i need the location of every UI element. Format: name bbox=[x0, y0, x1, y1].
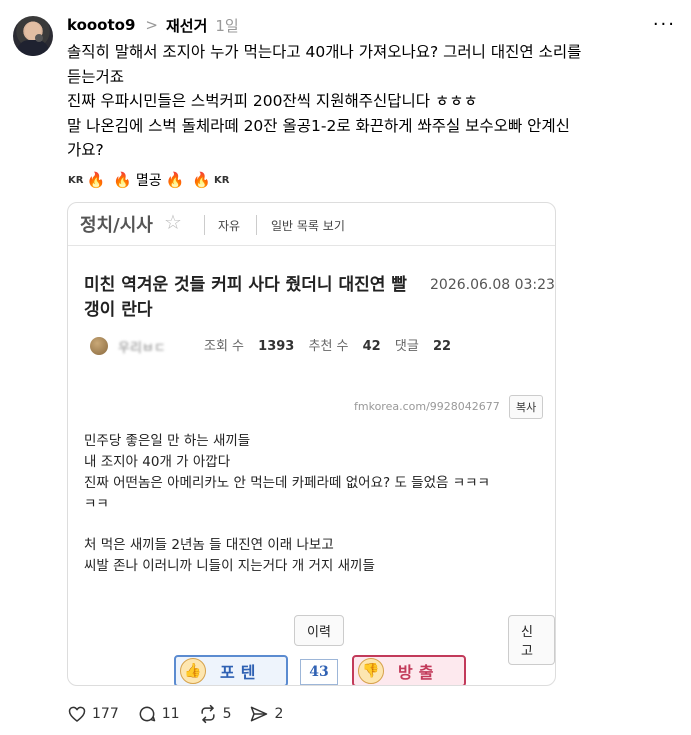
comment-button[interactable]: 11 bbox=[137, 704, 180, 724]
divider bbox=[256, 215, 257, 235]
send-icon bbox=[251, 706, 268, 722]
post-line: 말 나온김에 스벅 돌체라떼 20잔 올공1-2로 화끈하게 쏴주실 보수오빠 … bbox=[67, 116, 570, 135]
thumbs-up-icon: 👍 bbox=[180, 658, 206, 684]
comment-icon bbox=[139, 706, 155, 722]
upvote-button: 👍 포텐 bbox=[174, 655, 288, 685]
comments-count: 22 bbox=[432, 339, 452, 354]
article-date: 2026.06.08 03:23 bbox=[430, 277, 555, 293]
history-button: 이력 bbox=[294, 615, 344, 646]
body-line: 처 먹은 새끼들 2년놈 들 대진연 이래 나보고 bbox=[84, 537, 334, 553]
views-count: 1393 bbox=[258, 339, 295, 354]
body-line: 민주당 좋은일 만 하는 새끼들 bbox=[84, 433, 251, 449]
body-line: 진짜 어떤놈은 아메리카노 안 먹는데 카페라떼 없어요? 도 들었음 ㅋㅋㅋ bbox=[84, 475, 490, 491]
repost-count: 5 bbox=[222, 706, 232, 722]
avatar-microphone bbox=[35, 34, 43, 42]
downvote-label: 방출 bbox=[398, 663, 440, 682]
comments-label: 댓글 bbox=[394, 339, 419, 354]
fire-icon: 🔥 bbox=[165, 171, 185, 189]
copy-button: 복사 bbox=[509, 395, 544, 419]
article-author: 우리ㅂㄷ bbox=[118, 341, 166, 356]
like-count: 177 bbox=[92, 706, 119, 722]
share-count: 2 bbox=[274, 706, 284, 722]
star-icon: ☆ bbox=[164, 210, 182, 234]
avatar-suit bbox=[17, 40, 49, 56]
list-view-label: 일반 목록 보기 bbox=[271, 219, 345, 233]
article-body: 민주당 좋은일 만 하는 새끼들 내 조지아 40개 가 아깝다 진짜 어떤놈은… bbox=[84, 431, 554, 577]
share-button[interactable]: 2 bbox=[249, 704, 283, 724]
kr-flag-text: KR bbox=[213, 174, 230, 186]
attached-screenshot[interactable]: 정치/시사 ☆ 자유 일반 목록 보기 미친 역겨운 것들 커피 사다 줬더니 … bbox=[67, 202, 556, 686]
article-stats: 조회 수 1393 추천 수 42 댓글 22 bbox=[204, 335, 461, 354]
post-actions: 177 11 5 2 bbox=[67, 702, 301, 726]
recommends-label: 추천 수 bbox=[308, 339, 349, 354]
post-time: 1일 bbox=[215, 16, 239, 35]
divider bbox=[204, 215, 205, 235]
username[interactable]: koooto9 bbox=[67, 16, 135, 34]
repost-button[interactable]: 5 bbox=[198, 704, 232, 724]
views-label: 조회 수 bbox=[204, 339, 245, 354]
board-name: 정치/시사 bbox=[80, 215, 153, 236]
vote-count: 43 bbox=[300, 659, 338, 685]
emoji-line: KR 🔥 🔥 멸공 🔥 🔥 KR bbox=[67, 170, 230, 190]
post-header: koooto9 > 재선거 1일 bbox=[67, 14, 239, 36]
post-line: 솔직히 말해서 조지아 누가 먹는다고 40개나 가져오나요? 그러니 대진연 … bbox=[67, 43, 582, 61]
thumbs-down-icon: 👎 bbox=[358, 658, 384, 684]
downvote-button: 👎 방출 bbox=[352, 655, 466, 685]
divider bbox=[68, 245, 555, 246]
post-line: 가요? bbox=[67, 141, 104, 159]
post-text: 솔직히 말해서 조지아 누가 먹는다고 40개나 가져오나요? 그러니 대진연 … bbox=[67, 40, 677, 163]
fire-icon: 🔥 bbox=[192, 171, 211, 189]
more-options-icon[interactable]: ··· bbox=[653, 14, 676, 35]
author-avatar-icon bbox=[90, 337, 108, 355]
post-line: 진짜 우파시민들은 스벅커피 200잔씩 지원해주신답니다 ㅎㅎㅎ bbox=[67, 92, 478, 110]
fire-icon: 🔥 bbox=[86, 171, 106, 189]
post-line: 듣는거죠 bbox=[67, 67, 125, 86]
body-line: 내 조지아 40개 가 아깝다 bbox=[84, 454, 231, 470]
comment-count: 11 bbox=[161, 706, 180, 722]
topic-tag[interactable]: 재선거 bbox=[166, 15, 207, 36]
heart-icon bbox=[68, 706, 86, 722]
article-url: fmkorea.com/9928042677 bbox=[354, 400, 500, 413]
report-button: 신고 bbox=[508, 615, 555, 665]
chevron-right-icon: > bbox=[145, 16, 158, 34]
article-title: 미친 역겨운 것들 커피 사다 줬더니 대진연 빨갱이 란다 bbox=[84, 275, 407, 320]
like-button[interactable]: 177 bbox=[67, 704, 119, 724]
fire-icon: 🔥 bbox=[113, 171, 132, 189]
emoji-word: 멸공 bbox=[135, 173, 162, 189]
kr-flag-text: KR bbox=[68, 174, 84, 186]
repost-icon bbox=[200, 704, 215, 724]
body-line: ㅋㅋ bbox=[84, 496, 109, 512]
category-label: 자유 bbox=[218, 219, 241, 233]
recommends-count: 42 bbox=[362, 339, 381, 354]
body-line: 씨발 존나 이러니까 니들이 지는거다 개 거지 새끼들 bbox=[84, 558, 375, 574]
avatar[interactable] bbox=[13, 16, 53, 56]
upvote-label: 포텐 bbox=[220, 663, 262, 682]
